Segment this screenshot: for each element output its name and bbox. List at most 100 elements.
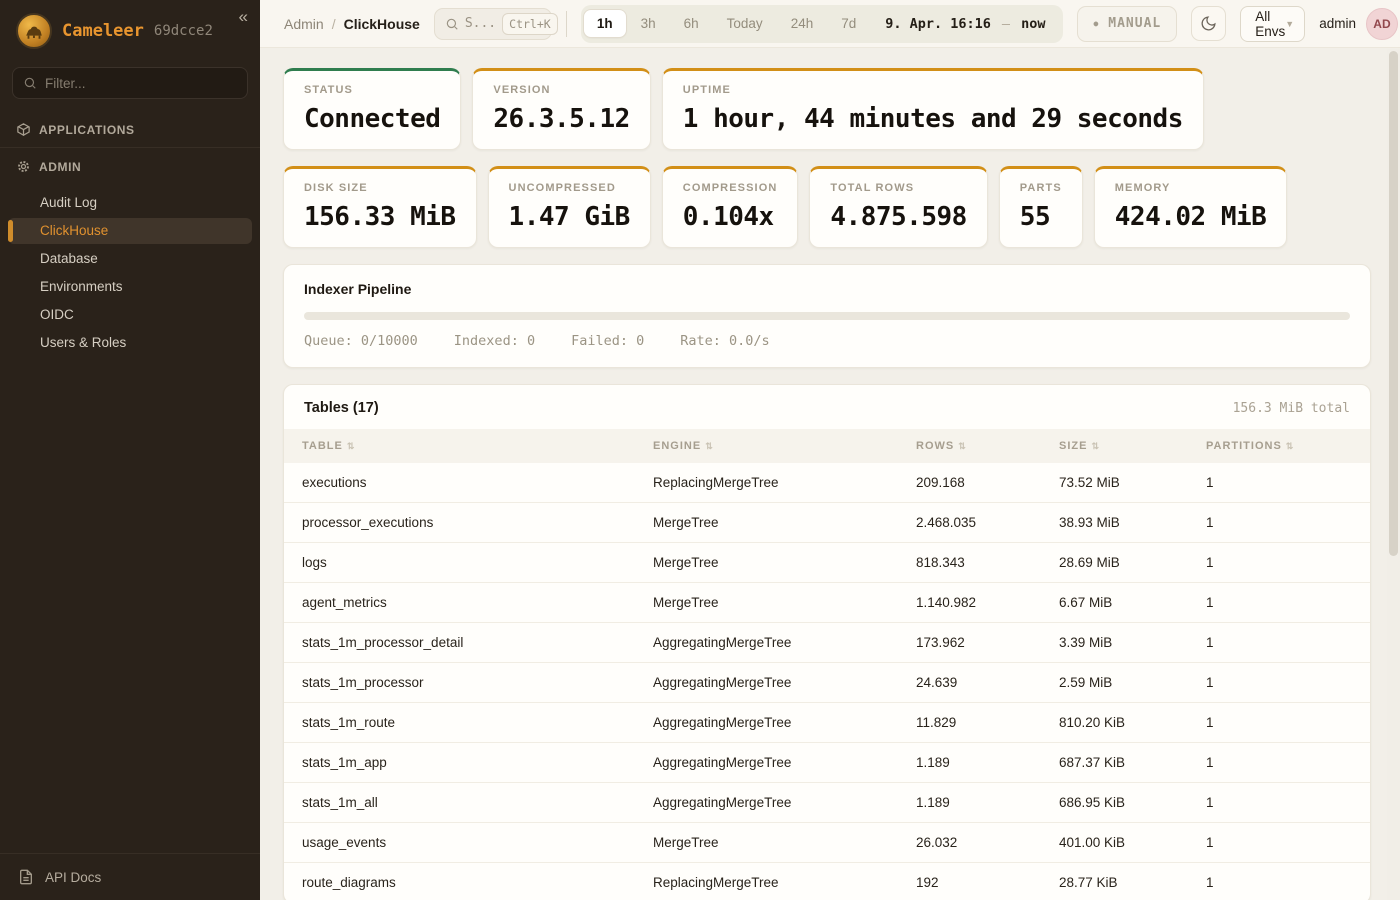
column-header-engine[interactable]: ENGINE⇅ [653,440,916,452]
instance-id: 69dcce2 [154,23,213,39]
sidebar-collapse-icon[interactable]: « [239,8,248,25]
stat-card-label: UNCOMPRESSED [509,182,630,194]
table-row[interactable]: stats_1m_appAggregatingMergeTree1.189687… [284,743,1370,783]
cell-engine: MergeTree [653,835,916,850]
table-row[interactable]: route_diagramsReplacingMergeTree19228.77… [284,863,1370,900]
refresh-dot-icon: ● [1093,20,1099,28]
table-header-row: TABLE⇅ENGINE⇅ROWS⇅SIZE⇅PARTITIONS⇅ [284,429,1370,463]
cell-engine: AggregatingMergeTree [653,635,916,650]
search-placeholder-text: S... [465,16,496,31]
global-search[interactable]: S... Ctrl+K [434,8,552,40]
sort-icon: ⇅ [958,441,967,452]
camel-icon [23,20,45,42]
sidebar: Cameleer 69dcce2 « APPLICATIONS ADMIN Au… [0,0,260,900]
table-row[interactable]: usage_eventsMergeTree26.032401.00 KiB1 [284,823,1370,863]
indexer-stats: Queue: 0/10000Indexed: 0Failed: 0Rate: 0… [304,333,1350,349]
stat-card-value: 4.875.598 [830,202,966,232]
column-header-table[interactable]: TABLE⇅ [302,440,653,452]
stat-card-uptime: UPTIME1 hour, 44 minutes and 29 seconds [662,68,1204,150]
stat-card-label: TOTAL ROWS [830,182,966,194]
tables-total-size: 156.3 MiB total [1233,401,1350,416]
avatar[interactable]: AD [1366,8,1398,40]
indexer-stat: Rate: 0.0/s [680,333,769,349]
indexer-pipeline-panel: Indexer Pipeline Queue: 0/10000Indexed: … [283,264,1371,368]
stat-card-label: STATUS [304,84,440,96]
table-row[interactable]: stats_1m_routeAggregatingMergeTree11.829… [284,703,1370,743]
time-range-today[interactable]: Today [714,10,776,37]
time-range-7d[interactable]: 7d [828,10,869,37]
cell-engine: MergeTree [653,515,916,530]
range-separator: – [1002,16,1010,32]
refresh-mode-button[interactable]: ● MANUAL [1077,6,1177,42]
sidebar-item-label: ClickHouse [40,223,108,238]
cell-partitions: 1 [1206,755,1352,770]
time-range-6h[interactable]: 6h [671,10,712,37]
sidebar-item-api-docs[interactable]: API Docs [0,853,260,900]
stat-card-label: PARTS [1020,182,1062,194]
search-icon [23,76,37,90]
cell-size: 28.69 MiB [1059,555,1206,570]
sidebar-item-label: Users & Roles [40,335,126,350]
column-header-rows[interactable]: ROWS⇅ [916,440,1059,452]
cell-table: stats_1m_processor [302,675,653,690]
stat-card-memory: MEMORY424.02 MiB [1094,166,1288,248]
time-range-3h[interactable]: 3h [628,10,669,37]
environment-select[interactable]: All Envs ▼ [1240,6,1305,42]
sidebar-header: Cameleer 69dcce2 « [0,0,260,59]
sidebar-item-users-roles[interactable]: Users & Roles [8,330,252,356]
sidebar-item-environments[interactable]: Environments [8,274,252,300]
time-range-group: 1h3h6hToday24h7d 9. Apr. 16:16 – now [581,5,1064,43]
sidebar-filter[interactable] [12,67,248,99]
cell-table: route_diagrams [302,875,653,890]
cell-engine: MergeTree [653,555,916,570]
stat-card-value: 1 hour, 44 minutes and 29 seconds [683,104,1183,134]
cell-engine: AggregatingMergeTree [653,755,916,770]
column-header-partitions[interactable]: PARTITIONS⇅ [1206,440,1352,452]
cell-engine: ReplacingMergeTree [653,475,916,490]
page-content: STATUSConnectedVERSION26.3.5.12UPTIME1 h… [260,48,1400,900]
table-row[interactable]: stats_1m_allAggregatingMergeTree1.189686… [284,783,1370,823]
theme-toggle-button[interactable] [1191,6,1226,41]
sort-icon: ⇅ [1286,441,1295,452]
cell-engine: AggregatingMergeTree [653,675,916,690]
table-row[interactable]: stats_1m_processorAggregatingMergeTree24… [284,663,1370,703]
cell-size: 38.93 MiB [1059,515,1206,530]
indexer-progress-bar [304,312,1350,320]
section-label: ADMIN [39,160,81,174]
filter-input[interactable] [45,76,237,91]
stat-card-disk-size: DISK SIZE156.33 MiB [283,166,477,248]
time-range-24h[interactable]: 24h [778,10,827,37]
scrollbar-track[interactable] [1387,49,1400,900]
scrollbar-thumb[interactable] [1389,51,1398,556]
cell-engine: MergeTree [653,595,916,610]
stat-card-value: 55 [1020,202,1062,232]
tables-panel-header: Tables (17) 156.3 MiB total [284,385,1370,429]
table-row[interactable]: processor_executionsMergeTree2.468.03538… [284,503,1370,543]
table-row[interactable]: stats_1m_processor_detailAggregatingMerg… [284,623,1370,663]
user-area: admin AD [1319,8,1398,40]
stat-card-label: COMPRESSION [683,182,778,194]
sidebar-item-clickhouse[interactable]: ClickHouse [8,218,252,244]
tables-panel: Tables (17) 156.3 MiB total TABLE⇅ENGINE… [283,384,1371,900]
date-range-display[interactable]: 9. Apr. 16:16 – now [869,16,1060,32]
table-row[interactable]: logsMergeTree818.34328.69 MiB1 [284,543,1370,583]
cell-table: agent_metrics [302,595,653,610]
stat-card-version: VERSION26.3.5.12 [472,68,650,150]
sidebar-section-admin: ADMIN [0,148,260,184]
column-header-size[interactable]: SIZE⇅ [1059,440,1206,452]
sidebar-item-oidc[interactable]: OIDC [8,302,252,328]
time-range-1h[interactable]: 1h [584,10,626,37]
main-area: Admin / ClickHouse S... Ctrl+K 1h3h6hTod… [260,0,1400,900]
admin-nav-list: Audit Log ClickHouse DatabaseEnvironmentsO… [0,184,260,358]
table-row[interactable]: agent_metricsMergeTree1.140.9826.67 MiB1 [284,583,1370,623]
cell-rows: 1.189 [916,755,1059,770]
table-row[interactable]: executionsReplacingMergeTree209.16873.52… [284,463,1370,503]
breadcrumb-admin[interactable]: Admin [284,16,324,32]
refresh-mode-label: MANUAL [1108,16,1161,31]
sidebar-item-audit-log[interactable]: Audit Log [8,190,252,216]
environment-selected-value: All Envs [1255,9,1285,39]
sort-icon: ⇅ [347,441,356,452]
sidebar-item-database[interactable]: Database [8,246,252,272]
cell-partitions: 1 [1206,475,1352,490]
cell-rows: 1.140.982 [916,595,1059,610]
